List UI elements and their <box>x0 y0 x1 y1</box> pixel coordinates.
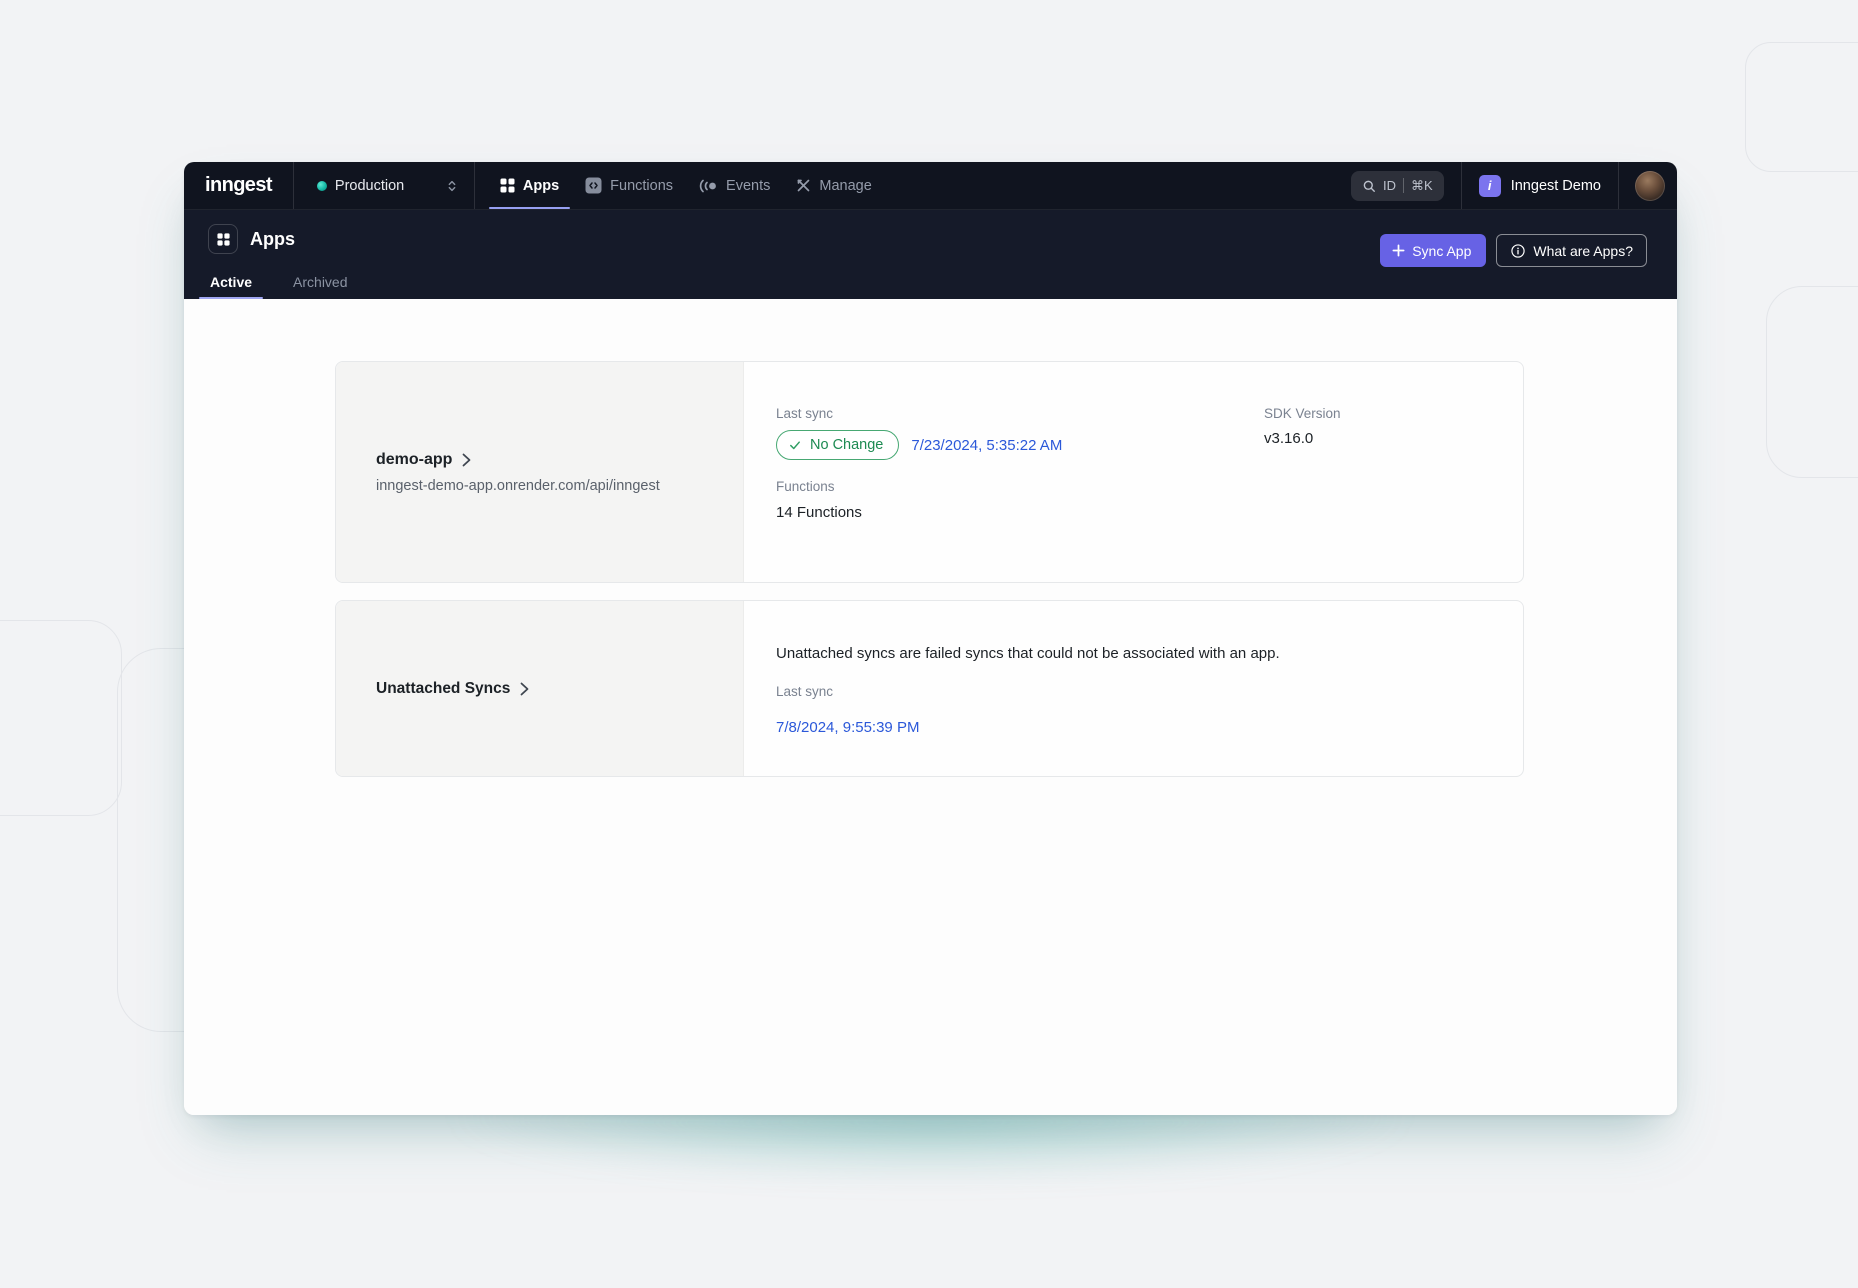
sdk-version-value: v3.16.0 <box>1264 430 1341 447</box>
navbar-spacer <box>885 162 1351 209</box>
last-sync-row: No Change 7/23/2024, 5:35:22 AM <box>776 430 1264 460</box>
app-card-meta: Last sync No Change <box>744 362 1523 582</box>
header-buttons: Sync App What are Apps? <box>1380 234 1647 267</box>
app-card-unattached-syncs: Unattached Syncs Unattached syncs are fa… <box>335 600 1524 777</box>
page-title: Apps <box>250 229 295 250</box>
events-icon <box>699 178 718 194</box>
last-sync-link[interactable]: 7/8/2024, 9:55:39 PM <box>776 719 919 736</box>
unattached-syncs-meta: Unattached syncs are failed syncs that c… <box>744 601 1523 776</box>
nav-item-manage[interactable]: Manage <box>783 162 884 209</box>
nav-item-label: Events <box>726 178 770 194</box>
check-icon <box>788 438 802 452</box>
app-cards: demo-app inngest-demo-app.onrender.com/a… <box>335 299 1524 777</box>
unattached-syncs-name: Unattached Syncs <box>376 680 510 698</box>
app-card-demo-app: demo-app inngest-demo-app.onrender.com/a… <box>335 361 1524 583</box>
meta-row-1: Last sync No Change <box>776 406 1491 460</box>
functions-group: Functions 14 Functions <box>776 479 1491 521</box>
nav-item-functions[interactable]: Functions <box>572 162 686 209</box>
nav-item-label: Functions <box>610 178 673 194</box>
tab-active[interactable]: Active <box>199 265 263 299</box>
user-avatar[interactable] <box>1635 171 1665 201</box>
background-shape <box>1766 286 1858 478</box>
what-are-apps-label: What are Apps? <box>1533 243 1633 259</box>
tab-label: Active <box>210 274 252 290</box>
nav-item-label: Manage <box>819 178 871 194</box>
grid-icon <box>500 178 515 193</box>
background-shape <box>0 620 122 816</box>
last-sync-label: Last sync <box>776 406 1264 421</box>
app-card-left-panel: Unattached Syncs <box>336 601 744 776</box>
env-label: Production <box>335 178 436 194</box>
search-shortcut[interactable]: ID ⌘K <box>1351 171 1444 201</box>
top-navbar: inngest Production <box>184 162 1677 210</box>
org-badge: i <box>1479 175 1501 197</box>
chevron-right-icon <box>462 453 471 467</box>
divider <box>1403 178 1404 193</box>
chevron-right-icon <box>520 682 529 696</box>
last-sync-label: Last sync <box>776 684 1491 699</box>
status-pill: No Change <box>776 430 899 460</box>
nav-item-label: Apps <box>523 178 559 194</box>
nav-item-events[interactable]: Events <box>686 162 783 209</box>
app-url: inngest-demo-app.onrender.com/api/innges… <box>376 478 743 494</box>
search-shortcut-keys: ⌘K <box>1411 178 1433 194</box>
sync-app-button[interactable]: Sync App <box>1380 234 1486 267</box>
avatar-wrap <box>1619 162 1677 209</box>
info-icon <box>1510 243 1526 259</box>
last-sync-group: Last sync No Change <box>776 406 1264 460</box>
main-nav: Apps Functions <box>487 162 885 209</box>
tab-archived[interactable]: Archived <box>282 265 358 299</box>
app-name: demo-app <box>376 451 452 469</box>
content-area: demo-app inngest-demo-app.onrender.com/a… <box>184 299 1677 1115</box>
chevron-up-down-icon <box>444 178 460 194</box>
plus-icon <box>1392 244 1405 257</box>
environment-switcher[interactable]: Production <box>294 162 474 209</box>
unattached-syncs-link[interactable]: Unattached Syncs <box>376 680 743 698</box>
sdk-version-group: SDK Version v3.16.0 <box>1264 406 1341 460</box>
org-switcher[interactable]: i Inngest Demo <box>1462 162 1618 209</box>
divider <box>474 162 475 209</box>
search-label: ID <box>1383 178 1396 193</box>
page-header: Apps Sync App What a <box>184 210 1677 299</box>
tools-icon <box>796 178 811 193</box>
page-title-row: Apps <box>208 224 295 254</box>
sdk-version-label: SDK Version <box>1264 406 1341 421</box>
tabs: Active Archived <box>199 265 359 299</box>
app-name-link[interactable]: demo-app <box>376 451 743 469</box>
inngest-logo[interactable]: inngest <box>184 162 293 209</box>
search-icon <box>1362 179 1376 193</box>
app-window: inngest Production <box>184 162 1677 1115</box>
last-sync-link[interactable]: 7/23/2024, 5:35:22 AM <box>911 437 1062 454</box>
grid-icon <box>217 233 230 246</box>
unattached-syncs-description: Unattached syncs are failed syncs that c… <box>776 645 1491 662</box>
background-shape <box>1745 42 1858 172</box>
apps-title-icon-box <box>208 224 238 254</box>
logo-text: inngest <box>205 174 272 197</box>
sync-app-label: Sync App <box>1412 243 1471 259</box>
app-card-left-panel: demo-app inngest-demo-app.onrender.com/a… <box>336 362 744 582</box>
code-icon <box>585 177 602 194</box>
tab-label: Archived <box>293 274 347 290</box>
env-sphere-icon <box>317 181 327 191</box>
org-name: Inngest Demo <box>1511 178 1601 194</box>
nav-item-apps[interactable]: Apps <box>487 162 572 209</box>
functions-label: Functions <box>776 479 1491 494</box>
functions-value: 14 Functions <box>776 504 1491 521</box>
what-are-apps-button[interactable]: What are Apps? <box>1496 234 1647 267</box>
status-pill-label: No Change <box>810 437 883 453</box>
